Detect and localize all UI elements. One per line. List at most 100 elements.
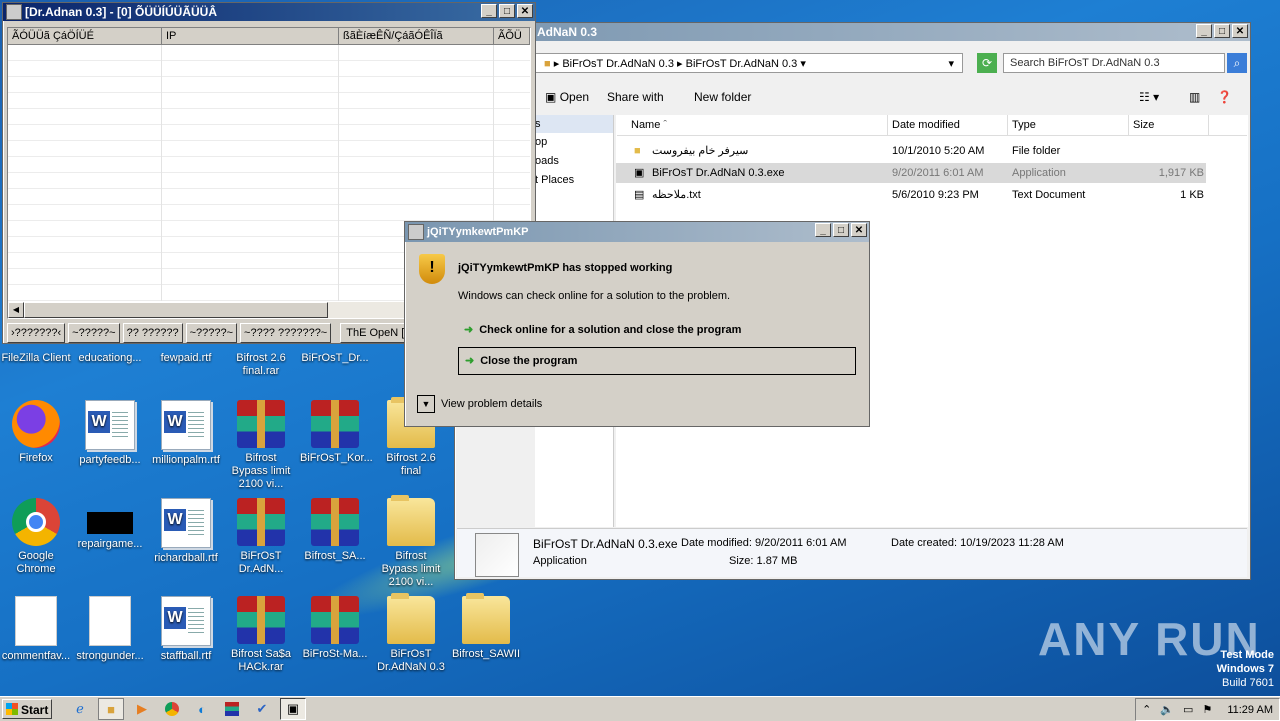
maximize-button[interactable]: □ — [1214, 24, 1230, 38]
maximize-button[interactable]: □ — [499, 4, 515, 18]
desktop-icon[interactable]: Bifrost Bypass limit 2100 vi... — [376, 495, 446, 589]
minimize-button[interactable]: _ — [1196, 24, 1212, 38]
maximize-button[interactable]: □ — [833, 223, 849, 237]
desktop-icon[interactable]: Bifrost Bypass limit 2100 vi... — [226, 400, 296, 491]
action-button[interactable]: ~???? ???????~ — [240, 323, 332, 343]
scroll-left-button[interactable]: ◀ — [8, 302, 24, 318]
taskbar: Start ℯ ■ ▶ ◐ ✔ ▣ ⌃ 🔈 ▭ ⚑ 11:29 AM — [0, 696, 1280, 721]
list-col-divider — [338, 45, 339, 301]
system-tray: ⌃ 🔈 ▭ ⚑ 11:29 AM — [1135, 698, 1280, 721]
file-row-selected[interactable]: ▣ BiFrOsT Dr.AdNaN 0.3.exe 9/20/2011 6:0… — [616, 163, 1206, 183]
new-folder-button[interactable]: New folder — [694, 85, 751, 109]
desktop-icon[interactable]: BiFrOsT Dr.AdN... — [226, 498, 296, 576]
dialog-titlebar[interactable]: jQiTYymkewtPmKP _ □ ✕ — [405, 222, 869, 242]
desktop-icon-firefox[interactable]: Firefox — [1, 400, 71, 465]
desktop-icon[interactable]: BiFrOsT_Dr... — [300, 352, 370, 365]
test-mode-label: Test Mode — [1220, 649, 1274, 661]
scroll-thumb[interactable] — [24, 302, 328, 318]
nav-item[interactable]: op — [535, 133, 613, 152]
column-name[interactable]: Name ˆ — [617, 115, 888, 135]
help-icon[interactable]: ❓ — [1217, 85, 1232, 109]
column-type[interactable]: Type — [1008, 115, 1129, 135]
clock[interactable]: 11:29 AM — [1227, 704, 1273, 716]
check-online-option[interactable]: ➜ Check online for a solution and close t… — [458, 319, 856, 341]
search-input[interactable]: Search BiFrOsT Dr.AdNaN 0.3 — [1003, 53, 1225, 73]
column-header[interactable]: ÃÕÜ — [494, 28, 530, 44]
list-header: ÃÓÜÜã ÇáÖÍÜÉ IP ßãÈíæÊÑ/ÇáãÓÊÎÏã ÃÕÜ — [8, 28, 530, 45]
desktop-icon[interactable]: BiFrOsT_Kor... — [300, 400, 373, 465]
breadcrumb-item[interactable]: BiFrOsT Dr.AdNaN 0.3 — [562, 58, 674, 70]
volume-icon[interactable]: 🔈 — [1160, 703, 1174, 716]
close-button[interactable]: ✕ — [517, 4, 533, 18]
app-taskbar-icon[interactable]: ✔ — [250, 699, 274, 719]
desktop-icon[interactable]: Bifrost_SA... — [300, 498, 370, 563]
desktop-icon[interactable]: repairgame... — [75, 498, 145, 551]
share-with-button[interactable]: Share with — [607, 85, 664, 109]
column-header[interactable]: ÃÓÜÜã ÇáÖÍÜÉ — [8, 28, 162, 44]
edge-icon[interactable]: ◐ — [190, 699, 214, 719]
chevron-down-icon[interactable]: ▼ — [417, 395, 435, 413]
chevron-down-icon[interactable]: ▾ — [800, 58, 806, 70]
desktop-icon[interactable]: partyfeedb... — [75, 400, 145, 467]
desktop-icon[interactable]: commentfav... — [1, 596, 71, 663]
breadcrumb-item[interactable]: BiFrOsT Dr.AdNaN 0.3 — [686, 58, 798, 70]
column-header[interactable]: ßãÈíæÊÑ/ÇáãÓÊÎÏã — [339, 28, 494, 44]
address-bar[interactable]: ■ ▸ BiFrOsT Dr.AdNaN 0.3 ▸ BiFrOsT Dr.Ad… — [535, 53, 963, 73]
desktop-icon[interactable]: Bifrost_SAWII — [451, 593, 521, 661]
close-button[interactable]: ✕ — [1232, 24, 1248, 38]
explorer-folder-icon[interactable]: ■ — [98, 698, 124, 720]
open-button[interactable]: ▣ Open — [545, 85, 589, 109]
winrar-taskbar-icon[interactable] — [220, 699, 244, 719]
desktop-icon[interactable]: millionpalm.rtf — [151, 400, 221, 467]
start-button[interactable]: Start — [2, 699, 52, 719]
action-button[interactable]: ~?????~ — [185, 323, 238, 343]
view-details-toggle[interactable]: ▼ View problem details — [417, 394, 542, 414]
desktop-icon[interactable]: FileZilla Client — [1, 352, 71, 365]
tray-expand-icon[interactable]: ⌃ — [1142, 703, 1151, 716]
desktop-icon[interactable]: staffball.rtf — [151, 596, 221, 663]
desktop-icon[interactable]: educationg... — [75, 352, 145, 365]
column-date[interactable]: Date modified — [888, 115, 1008, 135]
network-icon[interactable]: ▭ — [1183, 703, 1193, 716]
chrome-taskbar-icon[interactable] — [160, 699, 184, 719]
desktop-icon[interactable]: richardball.rtf — [151, 498, 221, 565]
search-icon[interactable]: ⌕ — [1227, 53, 1247, 73]
adnan-taskbar-icon[interactable]: ▣ — [280, 698, 306, 720]
refresh-button[interactable]: ⟳ — [977, 53, 997, 73]
desktop-icon[interactable]: BiFrOsT Dr.AdNaN 0.3 — [376, 593, 446, 674]
text-file-icon: ▤ — [634, 189, 645, 201]
explorer-titlebar[interactable]: AdNaN 0.3 _ □ ✕ — [455, 23, 1250, 41]
close-button[interactable]: ✕ — [851, 223, 867, 237]
nav-item[interactable]: s — [535, 115, 613, 133]
minimize-button[interactable]: _ — [481, 4, 497, 18]
word-document-icon — [85, 400, 135, 450]
column-header[interactable]: IP — [162, 28, 339, 44]
minimize-button[interactable]: _ — [815, 223, 831, 237]
word-document-icon — [161, 400, 211, 450]
column-size[interactable]: Size — [1129, 115, 1209, 135]
action-center-flag-icon[interactable]: ⚑ — [1202, 703, 1212, 716]
desktop-icon[interactable]: Bifrost Sa$a HACk.rar — [226, 596, 296, 674]
action-button[interactable]: ?? ?????? — [122, 323, 183, 343]
desktop-icon-chrome[interactable]: Google Chrome — [1, 498, 71, 576]
folder-icon — [387, 495, 435, 546]
nav-item[interactable]: t Places — [535, 171, 613, 190]
file-row[interactable]: ■ سيرفر خام بيفروست 10/1/2010 5:20 AM Fi… — [616, 141, 1206, 161]
file-row[interactable]: ▤ ملاحظه.txt 5/6/2010 9:23 PM Text Docum… — [616, 185, 1206, 205]
adnan-titlebar[interactable]: [Dr.Adnan 0.3] - [0] ÕÜÜÍÚÜÃÜÜÂ _ □ ✕ — [3, 3, 535, 21]
desktop-icon[interactable]: fewpaid.rtf — [151, 352, 221, 365]
desktop-icon[interactable]: BiFroSt-Ma... — [300, 596, 370, 661]
preview-pane-icon[interactable]: ▥ — [1189, 85, 1200, 109]
desktop-icon[interactable]: strongunder... — [75, 596, 145, 663]
chevron-down-icon[interactable]: ▾ — [948, 54, 954, 74]
nav-item[interactable]: oads — [535, 152, 613, 171]
view-options-icon[interactable]: ☷ ▾ — [1139, 85, 1159, 109]
action-button[interactable]: ~?????~ — [68, 323, 120, 343]
media-player-icon[interactable]: ▶ — [130, 699, 154, 719]
ie-icon[interactable]: ℯ — [68, 699, 92, 719]
desktop-icon[interactable]: Bifrost 2.6 final.rar — [226, 352, 296, 378]
close-program-option[interactable]: ➜ Close the program — [458, 347, 856, 375]
green-arrow-icon: ➜ — [464, 324, 474, 336]
word-document-icon — [161, 596, 211, 646]
action-button[interactable]: ›???????‹ — [7, 323, 66, 343]
